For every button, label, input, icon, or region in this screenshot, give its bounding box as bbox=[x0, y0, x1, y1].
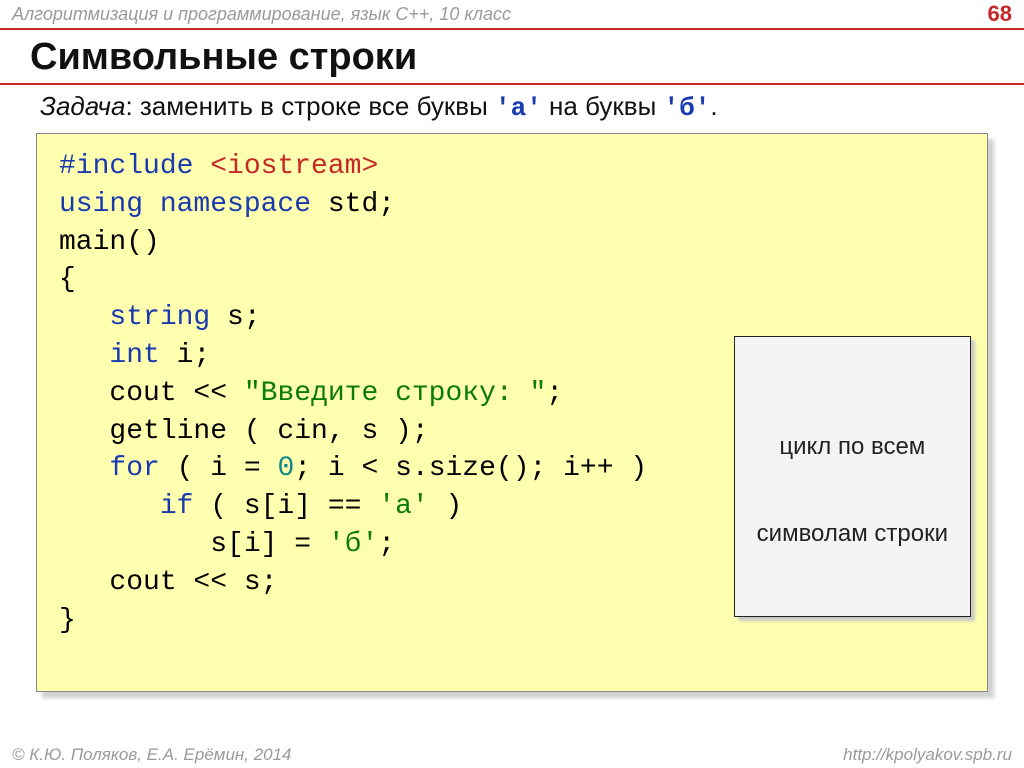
code-pad-6 bbox=[59, 340, 109, 371]
code-box: #include <iostream> using namespace std;… bbox=[36, 133, 988, 692]
code-brace-open: { bbox=[59, 264, 76, 295]
header-bar: Алгоритмизация и программирование, язык … bbox=[0, 0, 1024, 28]
code-zero: 0 bbox=[277, 453, 294, 484]
task-text-3: . bbox=[710, 91, 717, 121]
code-brace-close: } bbox=[59, 605, 76, 636]
task-text-1: : заменить в строке все буквы bbox=[125, 91, 495, 121]
code-if-c: ) bbox=[429, 491, 463, 522]
code-for-c: ; i < s.size(); i++ ) bbox=[294, 453, 647, 484]
code-getline: getline ( cin, s ); bbox=[59, 416, 429, 447]
code-include: #include bbox=[59, 151, 210, 182]
char-a: 'а' bbox=[495, 93, 542, 123]
char-b: 'б' bbox=[664, 93, 711, 123]
code-main: main() bbox=[59, 227, 160, 258]
code-cout2: cout << s; bbox=[59, 567, 277, 598]
code-char-b: 'б' bbox=[328, 529, 378, 560]
code-int: int bbox=[109, 340, 159, 371]
course-label: Алгоритмизация и программирование, язык … bbox=[12, 4, 511, 25]
code-iostream: <iostream> bbox=[210, 151, 378, 182]
code-s: s; bbox=[210, 302, 260, 333]
code-cout1a: cout << bbox=[59, 378, 244, 409]
code-string: string bbox=[109, 302, 210, 333]
code-std: std; bbox=[311, 189, 395, 220]
callout-line-1: цикл по всем bbox=[757, 433, 948, 462]
code-pad-10 bbox=[59, 491, 160, 522]
footer-bar: © К.Ю. Поляков, Е.А. Ерёмин, 2014 http:/… bbox=[0, 742, 1024, 768]
footer-authors: © К.Ю. Поляков, Е.А. Ерёмин, 2014 bbox=[12, 745, 292, 765]
code-using: using namespace bbox=[59, 189, 311, 220]
code-string-lit: "Введите строку: " bbox=[244, 378, 546, 409]
code-pad-5 bbox=[59, 302, 109, 333]
code-for: for bbox=[109, 453, 159, 484]
task-text-2: на буквы bbox=[542, 91, 664, 121]
callout-line-2: символам строки bbox=[757, 520, 948, 549]
code-i: i; bbox=[160, 340, 210, 371]
code-cout1c: ; bbox=[546, 378, 563, 409]
code-if: if bbox=[160, 491, 194, 522]
code-assign-c: ; bbox=[378, 529, 395, 560]
footer-url: http://kpolyakov.spb.ru bbox=[843, 745, 1012, 765]
title-bar: Символьные строки bbox=[0, 28, 1024, 85]
callout-box: цикл по всем символам строки bbox=[734, 336, 971, 617]
task-line: Задача: заменить в строке все буквы 'а' … bbox=[0, 85, 1024, 127]
code-assign-a: s[i] = bbox=[59, 529, 328, 560]
code-for-b: ( i = bbox=[160, 453, 278, 484]
slide-title: Символьные строки bbox=[30, 36, 994, 79]
task-label: Задача bbox=[40, 91, 125, 121]
code-if-b: ( s[i] == bbox=[193, 491, 378, 522]
code-pad-9 bbox=[59, 453, 109, 484]
page-number: 68 bbox=[988, 1, 1012, 27]
code-char-a: 'а' bbox=[378, 491, 428, 522]
